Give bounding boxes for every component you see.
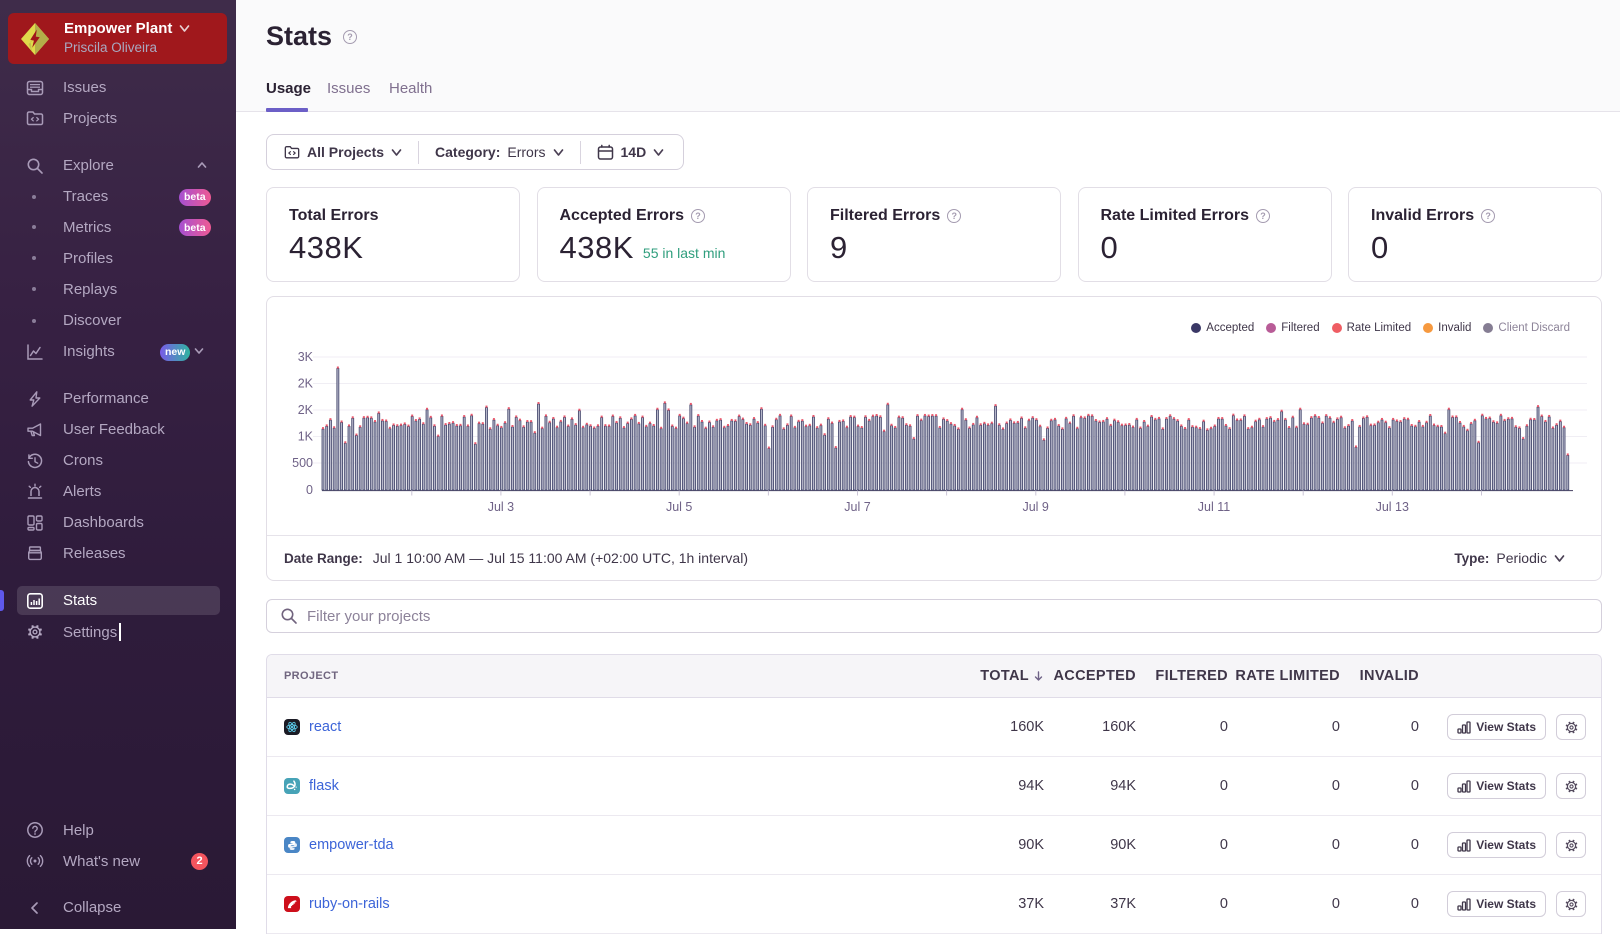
svg-text:Jul 11: Jul 11 — [1198, 500, 1230, 514]
svg-text:3K: 3K — [298, 350, 314, 364]
svg-text:Jul 3: Jul 3 — [488, 500, 514, 514]
svg-text:Jul 5: Jul 5 — [666, 500, 692, 514]
svg-text:500: 500 — [292, 456, 313, 470]
svg-text:1K: 1K — [298, 430, 314, 444]
svg-text:2K: 2K — [298, 403, 314, 417]
svg-text:2K: 2K — [298, 377, 314, 391]
svg-text:Jul 9: Jul 9 — [1022, 500, 1048, 514]
svg-text:0: 0 — [306, 483, 313, 497]
svg-text:Jul 13: Jul 13 — [1376, 500, 1409, 514]
svg-text:Jul 7: Jul 7 — [844, 500, 870, 514]
